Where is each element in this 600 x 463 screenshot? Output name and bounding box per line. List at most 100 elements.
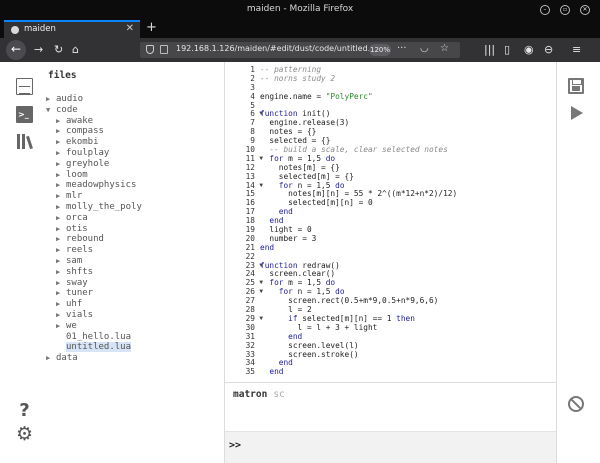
code-line[interactable]: screen.stroke() bbox=[260, 350, 555, 360]
repl-terminal-icon[interactable]: >_ bbox=[16, 106, 33, 123]
folder-item[interactable]: ▶ ekombi bbox=[44, 137, 224, 148]
save-icon[interactable] bbox=[568, 78, 584, 94]
line-number-text: 28 bbox=[245, 305, 255, 315]
folder-item[interactable]: ▶ orca bbox=[44, 213, 224, 224]
tree-item-label: awake bbox=[66, 115, 94, 126]
folder-item[interactable]: ▶ tuner bbox=[44, 288, 224, 299]
new-tab-button[interactable]: + bbox=[146, 20, 157, 35]
help-icon[interactable]: ? bbox=[16, 402, 33, 420]
folder-item[interactable]: ▶ sway bbox=[44, 278, 224, 289]
line-number-text: 13 bbox=[245, 171, 255, 181]
line-number-text: 25 bbox=[245, 278, 255, 288]
line-number-text: 33 bbox=[245, 349, 255, 359]
folder-item[interactable]: ▶ compass bbox=[44, 126, 224, 137]
line-number-text: 23 bbox=[245, 260, 255, 270]
maximize-button[interactable]: ▫ bbox=[560, 5, 570, 15]
sidebar-toggle-icon[interactable]: ▯ bbox=[504, 43, 510, 57]
folder-item[interactable]: ▶ foulplay bbox=[44, 148, 224, 159]
folder-item[interactable]: ▶ mlr bbox=[44, 191, 224, 202]
code-line[interactable]: l = l + 3 + light bbox=[260, 323, 555, 333]
hamburger-icon[interactable]: ≡ bbox=[572, 43, 581, 57]
pocket-icon[interactable]: ◡ bbox=[420, 43, 429, 54]
minimize-button[interactable]: – bbox=[540, 5, 550, 15]
folder-item[interactable]: ▶ vials bbox=[44, 310, 224, 321]
folder-item[interactable]: ▶ meadowphysics bbox=[44, 180, 224, 191]
folder-item[interactable]: ▶ rebound bbox=[44, 234, 224, 245]
tree-item-label: uhf bbox=[66, 299, 83, 310]
arrow-left-icon[interactable]: ← bbox=[6, 40, 26, 60]
line-number-text: 4 bbox=[250, 91, 255, 101]
code-line[interactable]: number = 3 bbox=[260, 234, 555, 244]
library-books-icon[interactable] bbox=[16, 132, 33, 150]
code-line[interactable]: end bbox=[260, 358, 555, 368]
line-number-text: 27 bbox=[245, 296, 255, 306]
folder-item[interactable]: ▶ uhf bbox=[44, 299, 224, 310]
file-item[interactable]: 01_hello.lua bbox=[44, 332, 224, 343]
close-window-button[interactable]: ✕ bbox=[580, 5, 590, 15]
folder-item[interactable]: ▶ loom bbox=[44, 170, 224, 181]
code-line[interactable]: selected[m][n] = 0 bbox=[260, 198, 555, 208]
repl-input[interactable]: >> bbox=[225, 431, 557, 463]
tree-item-label: loom bbox=[66, 169, 88, 180]
code-line[interactable]: end bbox=[260, 367, 555, 377]
folder-item[interactable]: ▶ otis bbox=[44, 224, 224, 235]
editor-actions-rail bbox=[556, 62, 600, 463]
folder-item[interactable]: ▶ audio bbox=[44, 94, 224, 105]
account-icon[interactable]: ◉ bbox=[524, 43, 534, 57]
url-bar[interactable]: 192.168.1.126/maiden/#edit/dust/code/unt… bbox=[140, 42, 460, 58]
play-icon[interactable] bbox=[571, 106, 583, 120]
tree-item-label: untitled.lua bbox=[66, 342, 132, 353]
folder-item[interactable]: ▶ sam bbox=[44, 256, 224, 267]
reload-icon[interactable]: ↻ bbox=[54, 43, 63, 57]
line-number-text: 10 bbox=[245, 145, 255, 155]
gear-icon[interactable]: ⚙ bbox=[16, 425, 33, 444]
code-editor[interactable]: 1 2 3 4 5 6 ▼ 7 8 9 10 11 ▼ 12 13 14 ▼ 15 16 17 18 19 20 21 22 23… bbox=[224, 62, 556, 382]
file-browser: files ▶ audio ▼ code ▶ awake ▶ compass ▶ ekombi ▶ f… bbox=[44, 62, 224, 463]
code-line[interactable]: end bbox=[260, 207, 555, 217]
caret-right-icon: ▶ bbox=[56, 267, 61, 276]
code-line[interactable]: -- norns study 2 bbox=[260, 74, 555, 84]
extensions-icon[interactable]: ⊖ bbox=[544, 43, 553, 57]
arrow-right-icon[interactable]: → bbox=[34, 43, 43, 57]
folder-item[interactable]: ▶ we bbox=[44, 321, 224, 332]
stop-icon[interactable] bbox=[568, 396, 584, 412]
code-area[interactable]: -- patterning -- norns study 2 engine.nam… bbox=[260, 65, 555, 377]
bookmark-star-icon[interactable]: ☆ bbox=[440, 43, 449, 54]
folder-item[interactable]: ▶ greyhole bbox=[44, 159, 224, 170]
tree-item-label: ekombi bbox=[66, 137, 99, 148]
repl-tab-sc[interactable]: sc bbox=[273, 389, 284, 400]
folder-item[interactable]: ▶ molly_the_poly bbox=[44, 202, 224, 213]
folder-item[interactable]: ▶ data bbox=[44, 353, 224, 364]
shield-icon[interactable] bbox=[146, 45, 154, 54]
tree-item-label: sway bbox=[66, 277, 88, 288]
caret-right-icon: ▶ bbox=[56, 235, 61, 244]
caret-right-icon: ▶ bbox=[56, 256, 61, 265]
folder-item[interactable]: ▼ code bbox=[44, 105, 224, 116]
code-line[interactable]: end bbox=[260, 243, 555, 253]
page-info-icon[interactable] bbox=[160, 45, 168, 54]
editor-document-icon[interactable] bbox=[16, 78, 33, 95]
caret-right-icon: ▶ bbox=[56, 321, 61, 330]
line-number-text: 16 bbox=[245, 198, 255, 208]
caret-right-icon: ▶ bbox=[56, 170, 61, 179]
tree-item-label: meadowphysics bbox=[66, 180, 137, 191]
home-icon[interactable]: ⌂ bbox=[72, 43, 79, 57]
library-icon[interactable]: ||| bbox=[484, 43, 495, 57]
code-line[interactable]: engine.name = "PolyPerc" bbox=[260, 92, 555, 102]
file-item[interactable]: untitled.lua bbox=[44, 342, 224, 353]
repl-tab-matron[interactable]: matron bbox=[233, 389, 267, 400]
tree-item-label: audio bbox=[56, 94, 84, 104]
repl-tabs: matron sc bbox=[233, 389, 291, 400]
caret-right-icon: ▶ bbox=[56, 289, 61, 298]
tab-close-icon[interactable]: ✕ bbox=[126, 23, 134, 34]
folder-item[interactable]: ▶ shfts bbox=[44, 267, 224, 278]
caret-right-icon: ▶ bbox=[56, 246, 61, 255]
zoom-badge[interactable]: 120% bbox=[369, 44, 391, 56]
folder-item[interactable]: ▶ reels bbox=[44, 245, 224, 256]
tab-maiden[interactable]: maiden ✕ bbox=[4, 20, 140, 38]
caret-right-icon: ▶ bbox=[56, 116, 61, 125]
folder-item[interactable]: ▶ awake bbox=[44, 116, 224, 127]
url-text[interactable]: 192.168.1.126/maiden/#edit/dust/code/unt… bbox=[176, 44, 382, 53]
line-number-text: 2 bbox=[250, 73, 255, 83]
more-actions-icon[interactable]: ··· bbox=[397, 43, 407, 54]
